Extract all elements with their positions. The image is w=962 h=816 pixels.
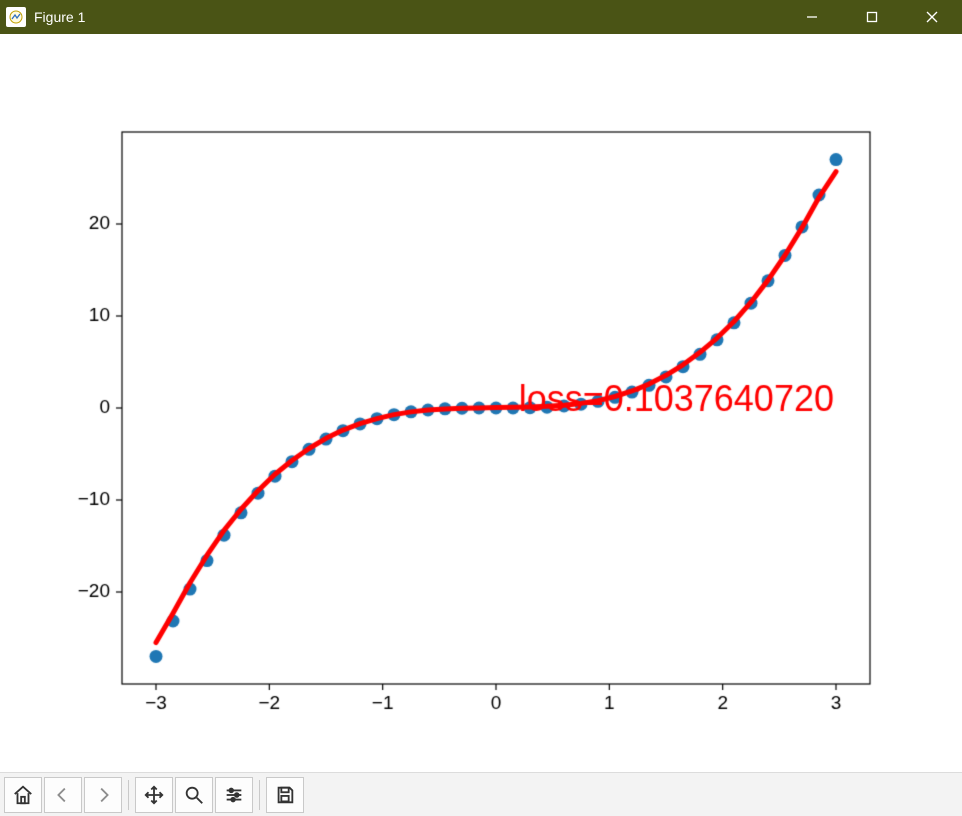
figure-area [0,34,962,772]
forward-button[interactable] [84,777,122,813]
chart-canvas[interactable] [0,34,962,772]
home-button[interactable] [4,777,42,813]
maximize-button[interactable] [842,0,902,34]
subplots-button[interactable] [215,777,253,813]
titlebar: Figure 1 [0,0,962,34]
close-button[interactable] [902,0,962,34]
pan-button[interactable] [135,777,173,813]
save-button[interactable] [266,777,304,813]
window-title: Figure 1 [34,9,85,25]
minimize-button[interactable] [782,0,842,34]
zoom-button[interactable] [175,777,213,813]
matplotlib-toolbar [0,772,962,816]
app-icon [6,7,26,27]
toolbar-separator [128,780,129,810]
toolbar-separator [259,780,260,810]
back-button[interactable] [44,777,82,813]
